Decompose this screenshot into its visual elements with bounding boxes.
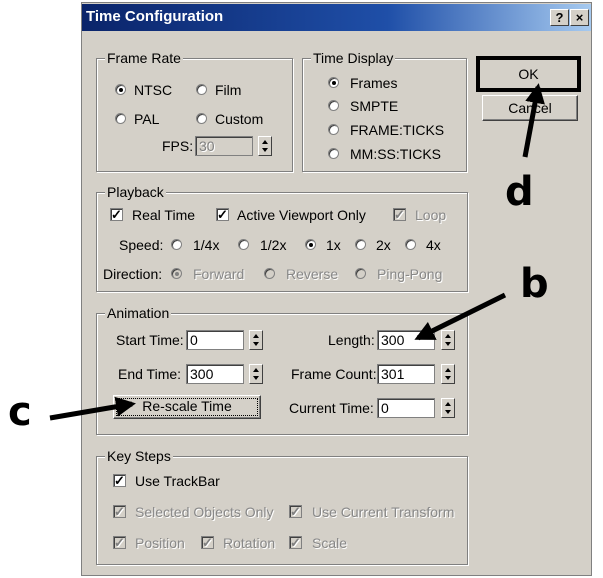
- arrow-d: [522, 83, 545, 158]
- arrow-c: [49, 396, 136, 421]
- arrow-b: [414, 292, 507, 341]
- annotation-b: b: [520, 261, 549, 307]
- annotation-arrows: [49, 83, 545, 421]
- annotation-d: d: [505, 169, 534, 215]
- annotation-c: c: [8, 389, 32, 435]
